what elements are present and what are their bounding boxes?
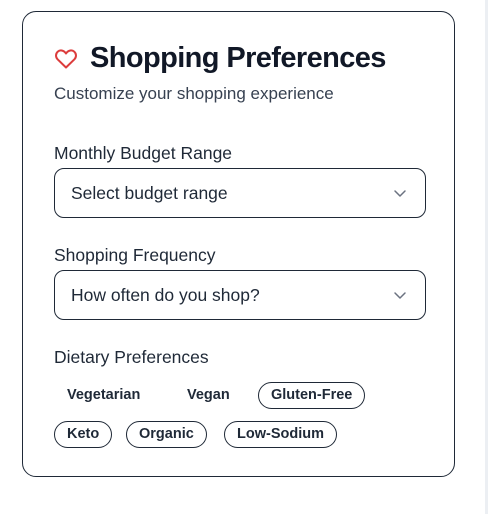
chip-gluten-free[interactable]: Gluten-Free	[258, 382, 366, 409]
budget-select[interactable]: Select budget range	[54, 168, 426, 218]
chip-keto[interactable]: Keto	[54, 421, 113, 448]
chevron-down-icon	[394, 190, 406, 197]
card-header: Shopping Preferences	[54, 42, 386, 75]
chip-vegan[interactable]: Vegan	[174, 382, 243, 409]
frequency-select-value: How often do you shop?	[71, 285, 260, 305]
chip-vegetarian[interactable]: Vegetarian	[54, 382, 153, 409]
chip-low-sodium[interactable]: Low-Sodium	[224, 421, 337, 448]
shopping-preferences-card: Shopping Preferences Customize your shop…	[22, 11, 455, 477]
page-title: Shopping Preferences	[90, 42, 386, 74]
chevron-down-icon	[394, 292, 406, 299]
frequency-label: Shopping Frequency	[54, 245, 216, 265]
page-subtitle: Customize your shopping experience	[54, 84, 334, 103]
heart-icon	[55, 48, 77, 68]
frequency-select[interactable]: How often do you shop?	[54, 270, 426, 320]
dietary-label: Dietary Preferences	[54, 347, 209, 367]
budget-select-value: Select budget range	[71, 183, 228, 203]
budget-label: Monthly Budget Range	[54, 143, 233, 163]
chip-organic[interactable]: Organic	[126, 421, 207, 448]
